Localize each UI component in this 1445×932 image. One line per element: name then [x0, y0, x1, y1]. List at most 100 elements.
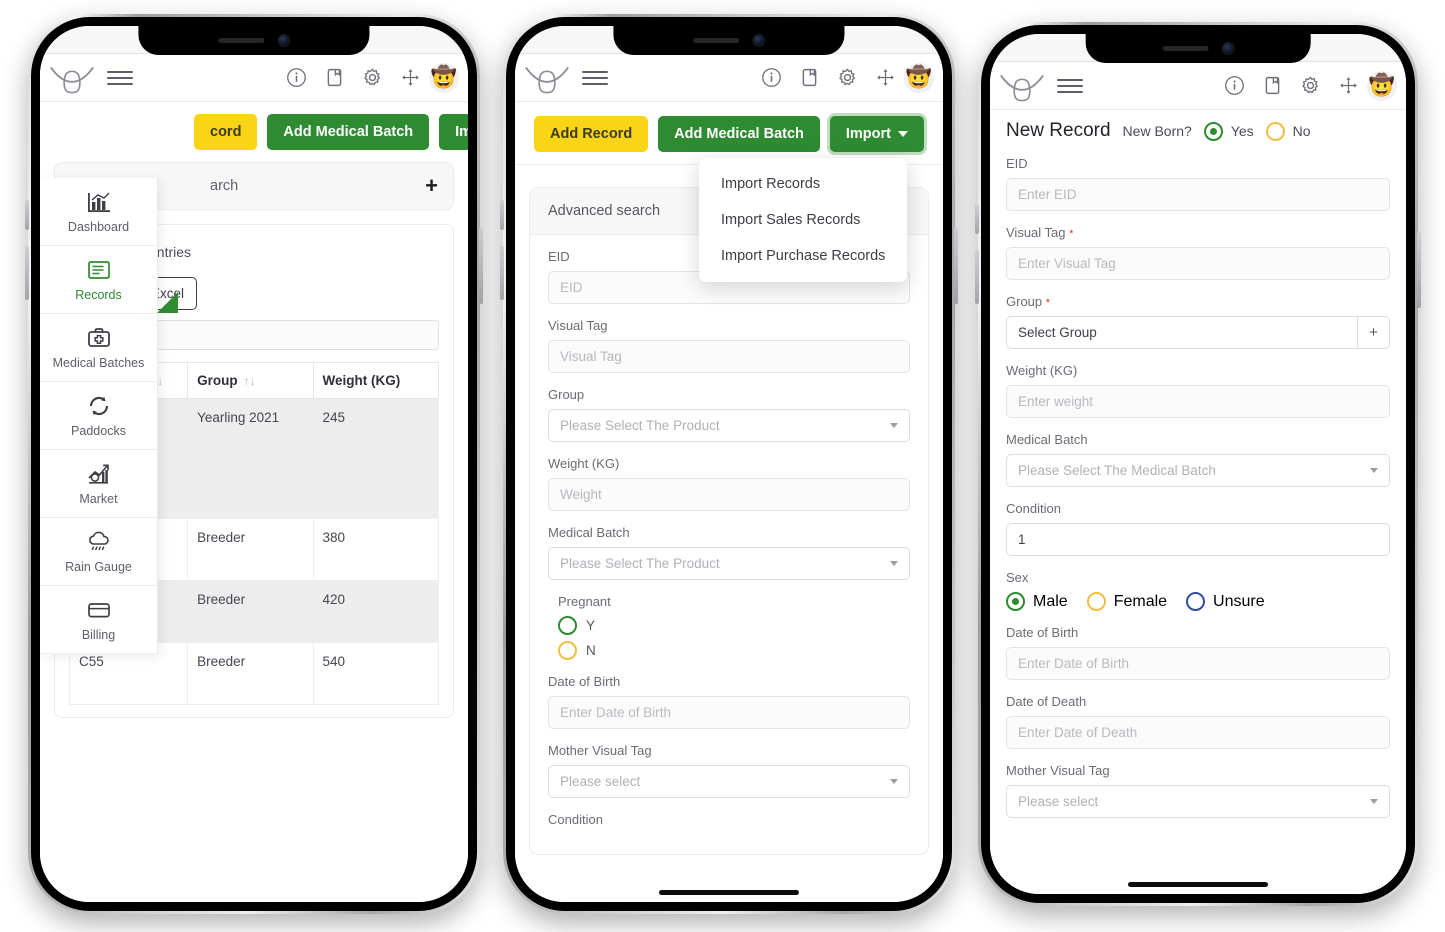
active-indicator-triangle: [157, 292, 178, 313]
field-label: Mother Visual Tag: [1006, 763, 1110, 778]
pregnant-option-yes[interactable]: Y: [558, 616, 910, 635]
condition-input[interactable]: 1: [1006, 523, 1390, 556]
volume-up-button[interactable]: [25, 200, 29, 230]
visual-tag-input[interactable]: Enter Visual Tag: [1006, 247, 1390, 280]
radio-yes-icon[interactable]: [1203, 121, 1223, 141]
volume-down-button[interactable]: [500, 246, 504, 300]
power-button[interactable]: [479, 228, 483, 304]
newborn-option-no[interactable]: No: [1265, 121, 1311, 141]
sex-option-unsure[interactable]: Unsure: [1186, 592, 1265, 611]
date-of-death-input[interactable]: Enter Date of Death: [1006, 716, 1390, 749]
field-label: Date of Death: [1006, 694, 1087, 709]
gear-icon[interactable]: [362, 67, 383, 88]
import-dropdown-menu: Import Records Import Sales Records Impo…: [699, 158, 908, 282]
sidebar-item-dashboard[interactable]: Dashboard: [40, 178, 157, 246]
cell-group: Yearling 2021: [187, 398, 314, 519]
sex-option-female[interactable]: Female: [1086, 592, 1167, 611]
sidebar-item-records[interactable]: Records: [40, 246, 178, 314]
date-of-birth-input[interactable]: Enter Date of Birth: [1006, 647, 1390, 680]
add-record-button[interactable]: cord: [194, 114, 258, 150]
group-select[interactable]: Please Select The Product: [548, 409, 910, 442]
add-group-plus-icon[interactable]: +: [1357, 316, 1390, 349]
volume-up-button[interactable]: [500, 200, 504, 230]
medical-batch-select[interactable]: Please Select The Medical Batch: [1006, 454, 1390, 487]
longhorn-logo-icon[interactable]: [999, 69, 1045, 103]
power-button[interactable]: [1417, 232, 1421, 308]
radio-no-icon[interactable]: [558, 641, 577, 660]
home-indicator[interactable]: [1128, 882, 1268, 887]
sex-option-male[interactable]: Male: [1006, 592, 1068, 611]
eid-input[interactable]: Enter EID: [1006, 178, 1390, 211]
field-mother-visual-tag: Mother Visual Tag Please select: [1006, 763, 1390, 818]
book-icon[interactable]: [1262, 75, 1283, 96]
weight-input[interactable]: Enter weight: [1006, 385, 1390, 418]
hamburger-menu-icon[interactable]: [582, 70, 608, 85]
date-of-birth-input[interactable]: Enter Date of Birth: [548, 696, 910, 729]
phone-screen-3: 🔒 livestockpro.app — Private: [990, 34, 1406, 894]
sex-radio-group: Male Female Unsure: [1006, 592, 1390, 611]
menu-item-import-records[interactable]: Import Records: [699, 166, 907, 202]
add-medical-batch-button[interactable]: Add Medical Batch: [658, 116, 820, 152]
info-icon[interactable]: [1224, 75, 1245, 96]
import-button[interactable]: Import: [829, 116, 924, 152]
cowboy-avatar-icon[interactable]: 🤠: [904, 62, 934, 93]
newborn-option-yes[interactable]: Yes: [1203, 121, 1254, 141]
field-medical-batch: Medical Batch Please Select The Medical …: [1006, 432, 1390, 487]
field-visual-tag: Visual Tag Visual Tag: [548, 318, 910, 373]
mother-visual-tag-select[interactable]: Please select: [1006, 785, 1390, 818]
gear-icon[interactable]: [1300, 75, 1321, 96]
volume-up-button[interactable]: [975, 204, 979, 234]
weight-input[interactable]: Weight: [548, 478, 910, 511]
field-eid: EID Enter EID: [1006, 156, 1390, 211]
visual-tag-input[interactable]: Visual Tag: [548, 340, 910, 373]
col-weight[interactable]: Weight (KG): [312, 362, 440, 399]
cowboy-avatar-icon[interactable]: 🤠: [429, 62, 459, 93]
menu-item-import-purchase-records[interactable]: Import Purchase Records: [699, 238, 907, 274]
phone-notch: [1085, 34, 1311, 63]
radio-male-icon[interactable]: [1006, 592, 1025, 611]
group-select[interactable]: Select Group: [1006, 316, 1357, 349]
phone-device-2: 🔒 livestockpro.app — Private: [500, 14, 958, 914]
hamburger-menu-icon[interactable]: [107, 70, 133, 85]
info-icon[interactable]: [761, 67, 782, 88]
pregnant-option-no[interactable]: N: [558, 641, 910, 660]
cowboy-avatar-icon[interactable]: 🤠: [1367, 70, 1397, 101]
add-medical-batch-button[interactable]: Add Medical Batch: [267, 114, 430, 150]
sidebar-item-market[interactable]: Market: [40, 450, 157, 518]
volume-down-button[interactable]: [975, 250, 979, 304]
sidebar-item-paddocks[interactable]: Paddocks: [40, 382, 157, 450]
book-icon[interactable]: [799, 67, 820, 88]
col-group[interactable]: Group ↑↓: [187, 362, 314, 399]
add-record-button[interactable]: Add Record: [534, 116, 649, 152]
gear-icon[interactable]: [837, 67, 858, 88]
fullscreen-icon[interactable]: [1338, 75, 1359, 96]
sidebar-item-medical-batches[interactable]: Medical Batches: [40, 314, 157, 382]
info-icon[interactable]: [286, 67, 307, 88]
menu-item-import-sales-records[interactable]: Import Sales Records: [699, 202, 907, 238]
import-button[interactable]: Import: [439, 114, 468, 150]
longhorn-logo-icon[interactable]: [49, 61, 95, 95]
longhorn-logo-icon[interactable]: [524, 61, 570, 95]
volume-down-button[interactable]: [25, 246, 29, 300]
book-icon[interactable]: [324, 67, 345, 88]
app-header: 🤠: [515, 54, 943, 102]
sex-male-label: Male: [1033, 592, 1068, 610]
power-button[interactable]: [954, 228, 958, 304]
radio-yes-icon[interactable]: [558, 616, 577, 635]
radio-unsure-icon[interactable]: [1186, 592, 1206, 611]
hamburger-menu-icon[interactable]: [1057, 78, 1083, 93]
mother-visual-tag-select[interactable]: Please select: [548, 765, 910, 798]
medical-batch-select[interactable]: Please Select The Product: [548, 547, 910, 580]
speaker-grille-icon: [218, 37, 265, 43]
field-label: Condition: [1006, 501, 1061, 516]
expand-plus-icon[interactable]: +: [425, 175, 438, 197]
radio-no-icon[interactable]: [1265, 121, 1285, 141]
phone-device-3: 🔒 livestockpro.app — Private: [975, 22, 1421, 906]
fullscreen-icon[interactable]: [875, 67, 896, 88]
radio-female-icon[interactable]: [1086, 592, 1106, 611]
field-label: Date of Birth: [548, 674, 621, 689]
sidebar-item-billing[interactable]: Billing: [40, 586, 157, 654]
sidebar-item-rain-gauge[interactable]: Rain Gauge: [40, 518, 157, 586]
fullscreen-icon[interactable]: [400, 67, 421, 88]
home-indicator[interactable]: [659, 890, 799, 895]
